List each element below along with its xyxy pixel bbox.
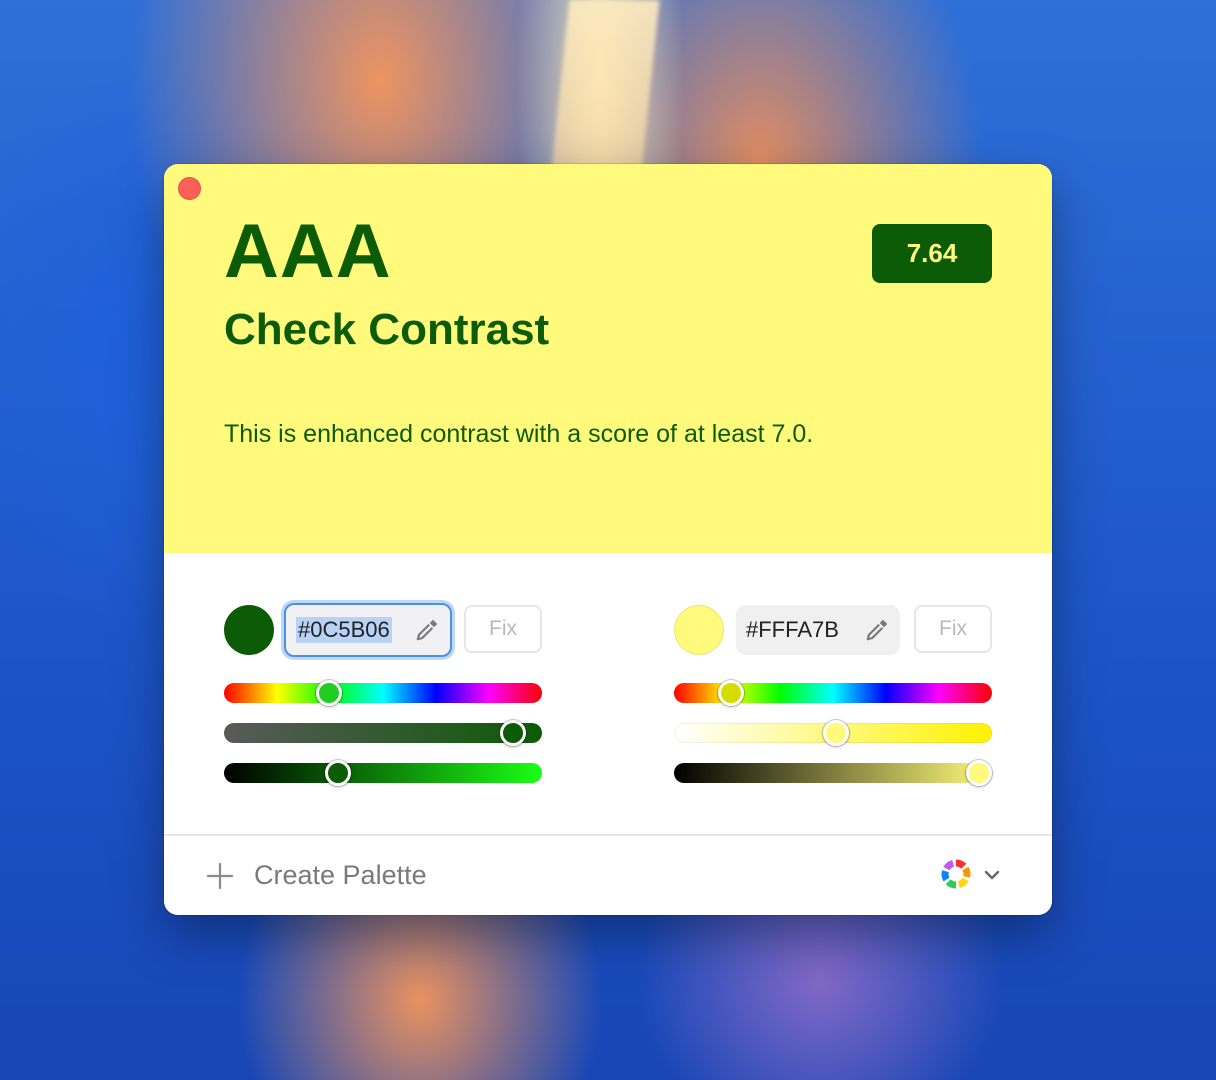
eyedropper-icon[interactable] — [414, 617, 440, 643]
background-hue-handle[interactable] — [718, 680, 745, 706]
background-hue-slider[interactable] — [674, 680, 992, 706]
chevron-down-icon[interactable] — [982, 865, 1002, 885]
background-hex-value: #FFFA7B — [746, 617, 839, 642]
background-saturation-slider[interactable] — [674, 720, 992, 746]
preview-title: Check Contrast — [224, 305, 550, 354]
color-controls: #0C5B06 Fix #FFFA7B Fix — [164, 553, 1052, 868]
foreground-hex-input[interactable]: #0C5B06 — [284, 603, 452, 657]
contrast-description: This is enhanced contrast with a score o… — [224, 420, 814, 448]
plus-icon[interactable] — [206, 862, 234, 890]
foreground-swatch[interactable] — [224, 605, 274, 655]
create-palette-button[interactable]: Create Palette — [254, 860, 427, 891]
background-fix-button[interactable]: Fix — [914, 605, 992, 653]
background-brightness-slider[interactable] — [674, 760, 993, 786]
foreground-brightness-slider[interactable] — [224, 760, 542, 786]
eyedropper-icon[interactable] — [864, 617, 890, 643]
contrast-score-badge: 7.64 — [872, 224, 992, 283]
background-saturation-handle[interactable] — [823, 720, 850, 746]
color-wheel-icon[interactable] — [940, 858, 972, 890]
footer: Create Palette — [164, 836, 1052, 915]
foreground-fix-button[interactable]: Fix — [464, 605, 542, 653]
foreground-saturation-handle[interactable] — [500, 720, 527, 746]
background-brightness-handle[interactable] — [966, 760, 993, 786]
background-swatch[interactable] — [674, 605, 724, 655]
foreground-saturation-slider[interactable] — [224, 720, 542, 746]
foreground-hex-value: #0C5B06 — [296, 617, 392, 643]
foreground-hue-slider[interactable] — [224, 680, 542, 706]
contrast-checker-window: AAA Check Contrast 7.64 This is enhanced… — [164, 164, 1052, 915]
compliance-level: AAA — [224, 209, 392, 294]
close-icon[interactable] — [178, 177, 201, 200]
contrast-preview: AAA Check Contrast 7.64 This is enhanced… — [164, 164, 1052, 553]
foreground-brightness-handle[interactable] — [325, 760, 352, 786]
foreground-hue-handle[interactable] — [315, 680, 342, 706]
background-hex-input[interactable]: #FFFA7B — [736, 605, 900, 655]
wallpaper-highlight — [550, 0, 660, 180]
